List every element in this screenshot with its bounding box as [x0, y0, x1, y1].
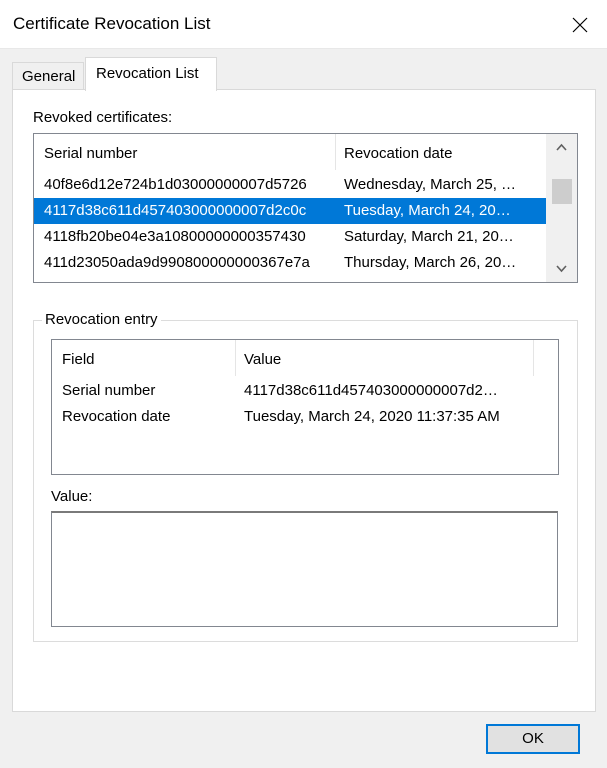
- serial-number-cell: 4118fb20be04e3a10800000000357430: [44, 228, 306, 245]
- tab-general[interactable]: General: [12, 62, 84, 90]
- table-row[interactable]: Revocation date Tuesday, March 24, 2020 …: [52, 404, 558, 430]
- close-icon: [572, 17, 588, 33]
- revoked-certificates-label: Revoked certificates:: [33, 109, 173, 126]
- column-header-value[interactable]: Value: [236, 340, 534, 376]
- field-cell: Revocation date: [62, 408, 171, 425]
- column-divider[interactable]: [533, 340, 534, 376]
- scroll-up-button[interactable]: [546, 134, 577, 160]
- table-row[interactable]: 411d23050ada9d990800000000367e7a Thursda…: [34, 250, 546, 276]
- column-header-field[interactable]: Field: [52, 340, 236, 376]
- tab-revocation-list[interactable]: Revocation List: [85, 57, 217, 91]
- revocation-date-cell: Thursday, March 26, 20…: [344, 254, 517, 271]
- revoked-certificates-list[interactable]: Serial number Revocation date 40f8e6d12e…: [33, 133, 578, 283]
- revocation-date-cell: Wednesday, March 25, …: [344, 176, 517, 193]
- table-row[interactable]: Serial number 4117d38c611d45740300000000…: [52, 378, 558, 404]
- revocation-entry-label: Revocation entry: [42, 311, 161, 328]
- column-header-revocation-date[interactable]: Revocation date: [336, 134, 546, 170]
- title-bar: Certificate Revocation List: [0, 0, 607, 49]
- vertical-scrollbar[interactable]: [546, 134, 577, 282]
- value-label: Value:: [51, 488, 93, 505]
- window-title: Certificate Revocation List: [13, 14, 211, 33]
- value-textbox[interactable]: [51, 511, 558, 627]
- scroll-down-button[interactable]: [546, 256, 577, 282]
- serial-number-cell: 40f8e6d12e724b1d03000000007d5726: [44, 176, 307, 193]
- table-row[interactable]: 40f8e6d12e724b1d03000000007d5726 Wednesd…: [34, 172, 546, 198]
- value-cell: Tuesday, March 24, 2020 11:37:35 AM: [244, 408, 500, 425]
- table-row-selected[interactable]: 4117d38c611d457403000000007d2c0c Tuesday…: [34, 198, 546, 224]
- chevron-up-icon: [556, 143, 567, 151]
- close-button[interactable]: [560, 8, 600, 42]
- ok-button[interactable]: OK: [486, 724, 580, 754]
- value-cell: 4117d38c611d457403000000007d2…: [244, 382, 498, 399]
- field-cell: Serial number: [62, 382, 156, 399]
- table-row[interactable]: 4118fb20be04e3a10800000000357430 Saturda…: [34, 224, 546, 250]
- scrollbar-thumb[interactable]: [552, 179, 572, 204]
- revocation-date-cell: Tuesday, March 24, 20…: [344, 202, 511, 219]
- revocation-entry-list[interactable]: Field Value Serial number 4117d38c611d45…: [51, 339, 559, 475]
- column-header-serial-number[interactable]: Serial number: [34, 134, 336, 170]
- revocation-date-cell: Saturday, March 21, 20…: [344, 228, 514, 245]
- serial-number-cell: 411d23050ada9d990800000000367e7a: [44, 254, 310, 271]
- serial-number-cell: 4117d38c611d457403000000007d2c0c: [44, 202, 307, 219]
- chevron-down-icon: [556, 265, 567, 273]
